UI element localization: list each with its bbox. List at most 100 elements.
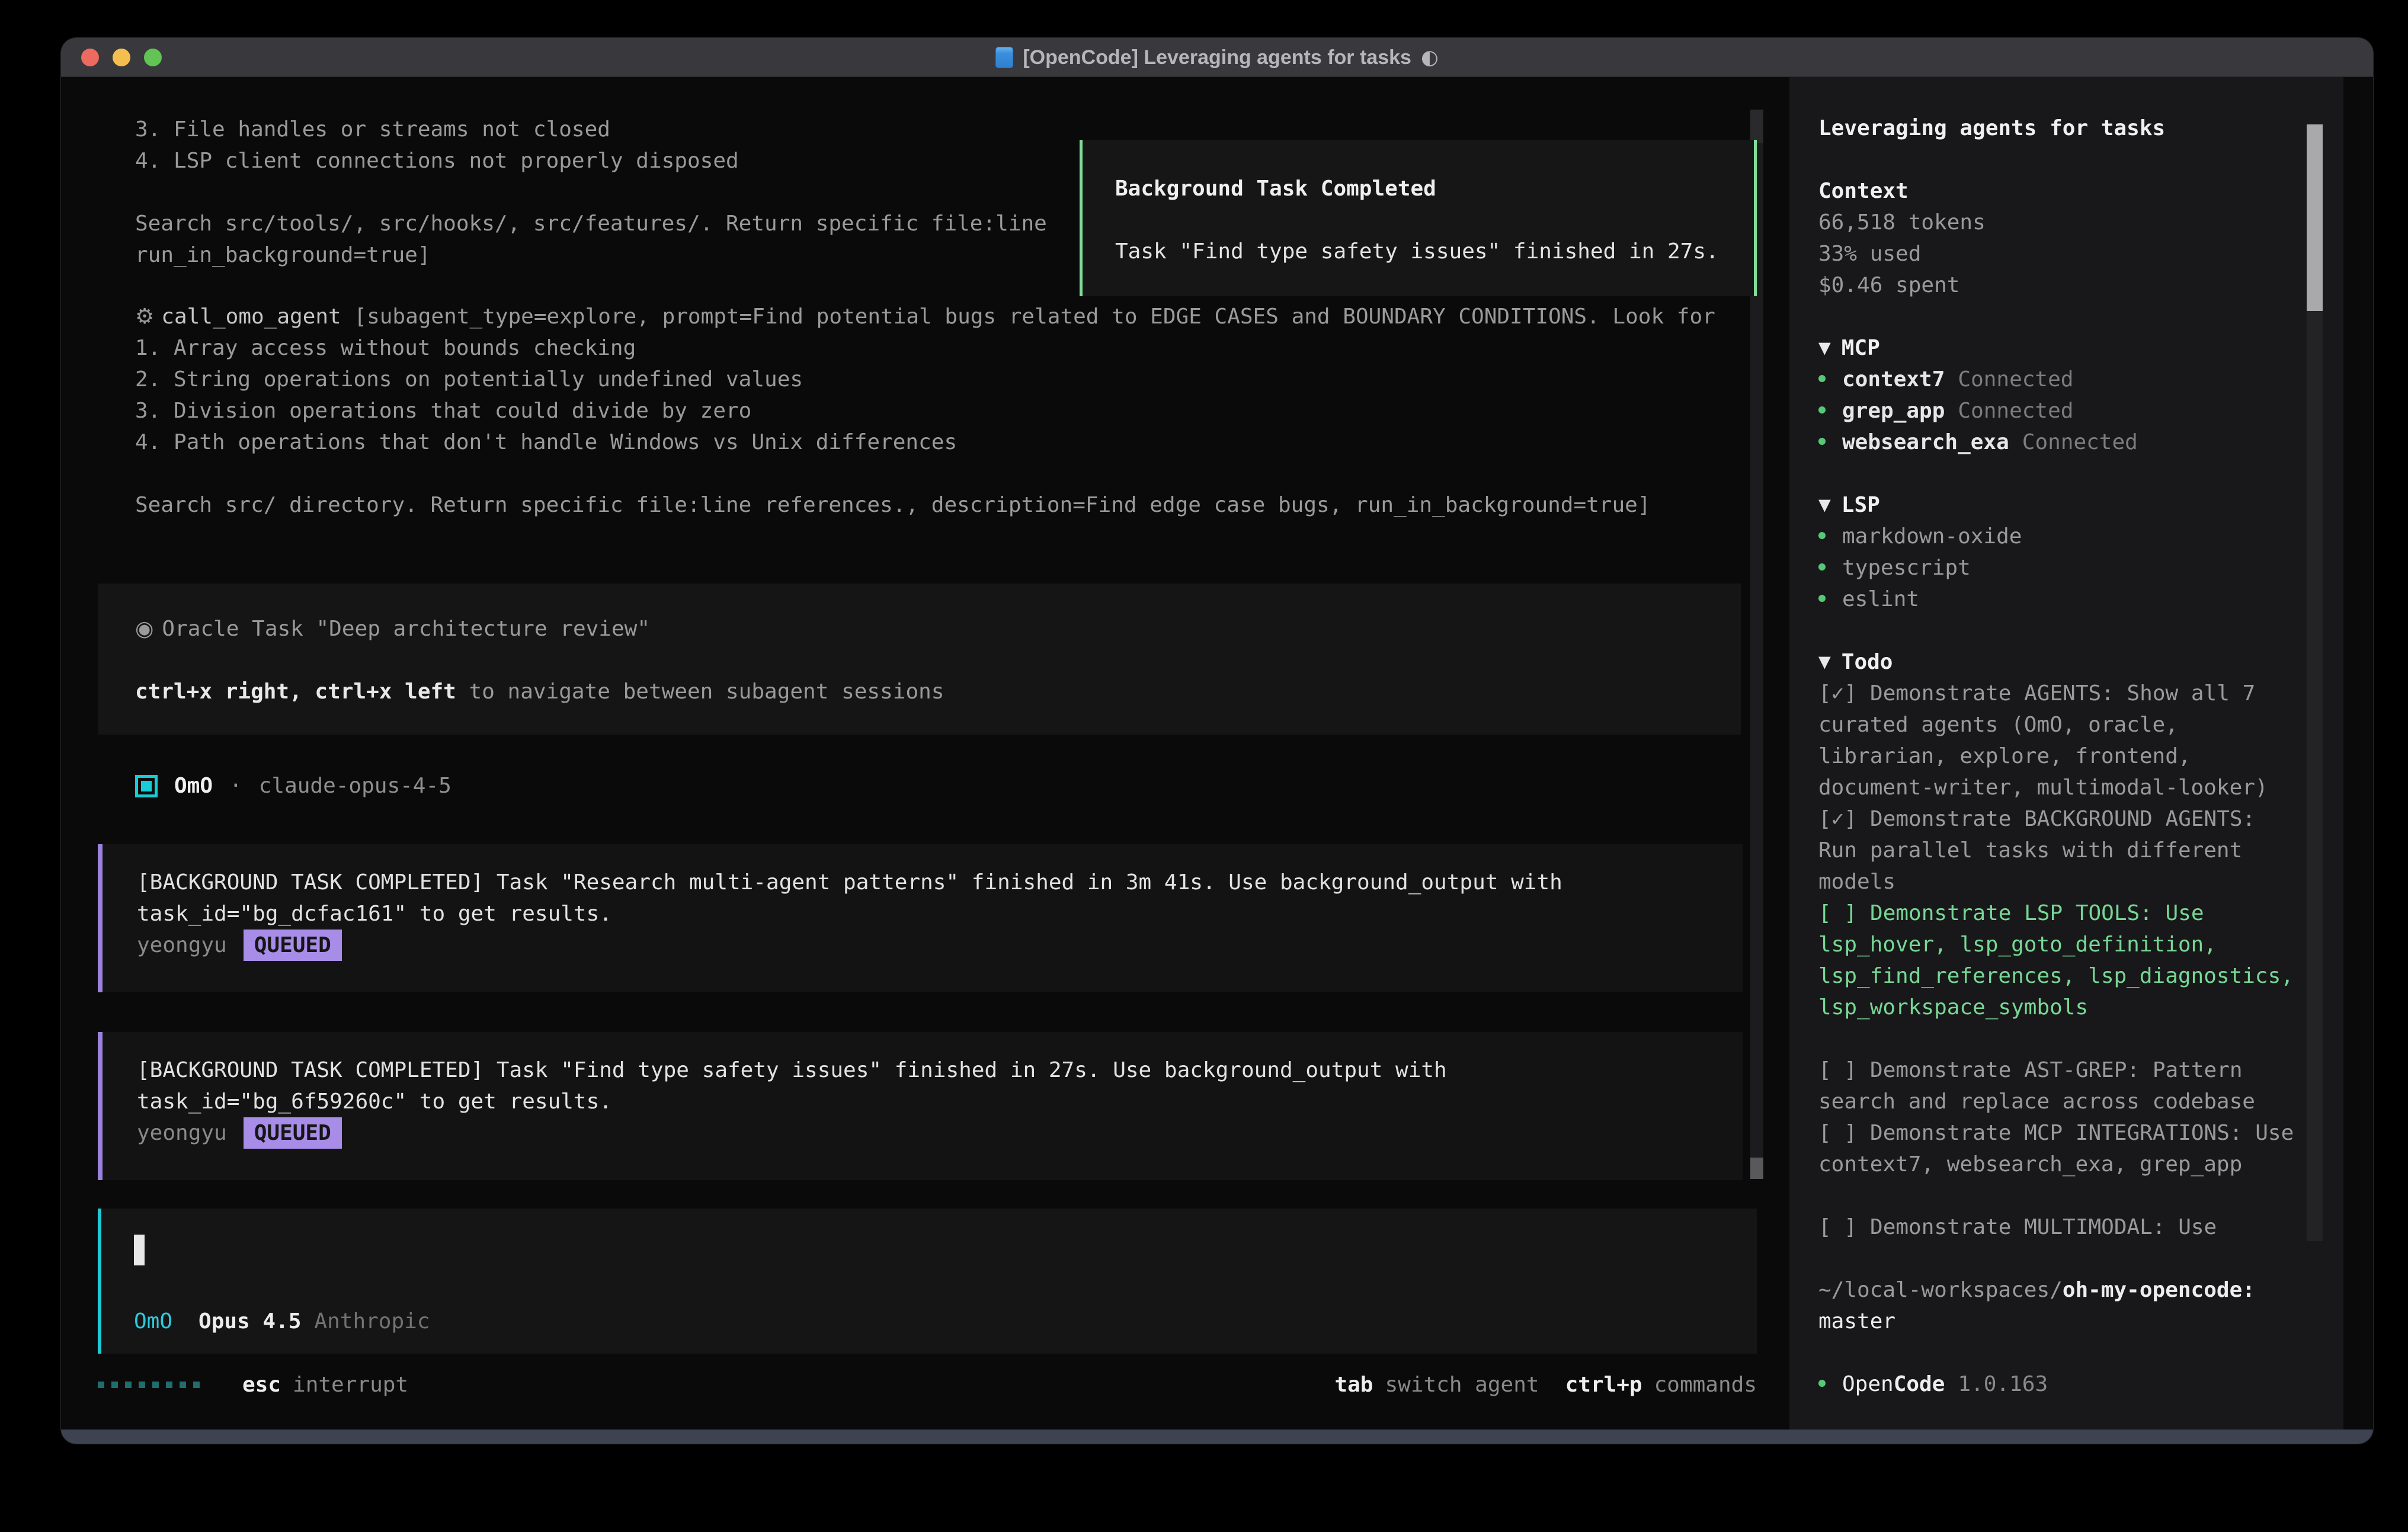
todo-item: [✓]Demonstrate BACKGROUND AGENTS: Run pa… (1818, 803, 2297, 898)
status-dot-icon (1818, 406, 1826, 414)
context-used: 33% used (1818, 238, 2297, 270)
window-bottom-strip (61, 1430, 2373, 1444)
background-task-toast: Background Task Completed Task "Find typ… (1080, 140, 1757, 296)
agent-name: OmO (174, 770, 213, 802)
chevron-down-icon[interactable]: ▼ (1818, 646, 1831, 678)
conversation-scrollbar-thumb[interactable] (1750, 1158, 1763, 1179)
checkbox-empty-icon: [ ] (1818, 1215, 1857, 1239)
tool-call-line: 1. Array access without bounds checking (135, 332, 1715, 364)
app-name: Open (1842, 1372, 1894, 1396)
workspace-prefix: ~/local-workspaces/ (1818, 1278, 2063, 1302)
toast-title: Background Task Completed (1115, 173, 1754, 204)
context-spent: $0.46 spent (1818, 270, 2297, 301)
status-bar: esc interrupt tab switch agent ctrl+p co… (98, 1369, 1757, 1400)
app-version: 1.0.163 (1958, 1372, 2048, 1396)
mcp-item: websearch_exaConnected (1818, 427, 2297, 458)
task-message-line: [BACKGROUND TASK COMPLETED] Task "Find t… (137, 1055, 1743, 1086)
status-dot-icon (1818, 1380, 1826, 1387)
todo-heading[interactable]: ▼ Todo (1818, 646, 2297, 678)
text-cursor (134, 1235, 145, 1265)
lsp-heading-text: LSP (1842, 493, 1880, 517)
record-icon: ◉ (135, 617, 153, 641)
status-dot-icon (1818, 375, 1826, 382)
todo-item: [ ]Demonstrate AST-GREP: Pattern search … (1818, 1055, 2297, 1117)
lsp-heading[interactable]: ▼ LSP (1818, 489, 2297, 521)
oracle-nav-hint: ctrl+x right, ctrl+x left to navigate be… (135, 676, 1741, 707)
todo-heading-text: Todo (1842, 650, 1893, 674)
prompt-input[interactable]: OmO Opus 4.5 Anthropic (98, 1209, 1757, 1354)
input-agent-name[interactable]: OmO (134, 1306, 172, 1337)
oracle-task-panel[interactable]: ◉Oracle Task "Deep architecture review" … (98, 584, 1741, 735)
spacer-line (135, 645, 1741, 676)
window-title-text: [OpenCode] Leveraging agents for tasks (1023, 42, 1411, 73)
status-dot-icon (1818, 563, 1826, 571)
conversation-scrollbar-top[interactable] (1750, 110, 1763, 143)
todo-text: Demonstrate BACKGROUND AGENTS: Run paral… (1818, 807, 2255, 894)
opencode-window: [OpenCode] Leveraging agents for tasks ◐… (61, 38, 2373, 1444)
agent-header: OmO · claude-opus-4-5 (135, 770, 451, 802)
tool-call-block: ⚙call_omo_agent [subagent_type=explore, … (135, 301, 1715, 521)
chevron-down-icon[interactable]: ▼ (1818, 489, 1831, 521)
oracle-title-text: Oracle Task "Deep architecture review" (162, 617, 650, 641)
scrollback-line (135, 177, 1047, 208)
lsp-name: typescript (1842, 556, 1971, 580)
workspace-branch: master (1818, 1309, 1895, 1334)
task-message-line: task_id="bg_dcfac161" to get results. (137, 898, 1743, 930)
input-provider-name: Anthropic (314, 1306, 430, 1337)
status-dot-icon (1818, 438, 1826, 445)
todo-section: ▼ Todo [✓]Demonstrate AGENTS: Show all 7 … (1818, 646, 2297, 1243)
lsp-item: markdown-oxide (1818, 521, 2297, 552)
mcp-heading-text: MCP (1842, 336, 1880, 360)
context-section: Context 66,518 tokens 33% used $0.46 spe… (1818, 175, 2297, 301)
todo-item: [ ]Demonstrate MCP INTEGRATIONS: Use con… (1818, 1117, 2297, 1180)
window-titlebar[interactable]: [OpenCode] Leveraging agents for tasks ◐ (61, 38, 2373, 77)
input-model-name[interactable]: Opus 4.5 (198, 1306, 301, 1337)
tool-call-header: ⚙call_omo_agent [subagent_type=explore, … (135, 301, 1715, 332)
status-left: esc interrupt (98, 1369, 408, 1400)
gear-icon: ⚙ (135, 305, 154, 329)
context-tokens: 66,518 tokens (1818, 207, 2297, 238)
workspace-path: ~/local-workspaces/oh-my-opencode: maste… (1818, 1274, 2297, 1337)
mcp-heading[interactable]: ▼ MCP (1818, 332, 2297, 364)
sidebar: Leveraging agents for tasks Context 66,5… (1789, 77, 2343, 1432)
mcp-section: ▼MCP context7Connected grep_appConnected… (1818, 332, 2297, 458)
checkbox-checked-icon: [✓] (1818, 681, 1857, 706)
esc-key-hint: esc (242, 1369, 281, 1400)
window-title: [OpenCode] Leveraging agents for tasks ◐ (61, 38, 2373, 77)
document-icon (995, 47, 1013, 68)
status-dot-icon (1818, 532, 1826, 539)
scrollback-line: Search src/tools/, src/hooks/, src/featu… (135, 208, 1047, 239)
tab-key-label: switch agent (1385, 1369, 1539, 1400)
mcp-status: Connected (1958, 367, 2073, 392)
chevron-down-icon[interactable]: ▼ (1818, 332, 1831, 364)
sidebar-scrollbar-thumb[interactable] (2307, 124, 2323, 311)
background-task-message: [BACKGROUND TASK COMPLETED] Task "Resear… (98, 844, 1743, 992)
tool-call-line (135, 458, 1715, 489)
task-message-meta: yeongyu QUEUED (137, 1117, 1743, 1149)
scrollback-line: run_in_background=true] (135, 239, 1047, 271)
checkbox-empty-icon: [ ] (1818, 1121, 1857, 1145)
queued-badge: QUEUED (244, 1117, 342, 1149)
task-author: yeongyu (137, 933, 227, 957)
nav-keys: ctrl+x right, ctrl+x left (135, 680, 456, 704)
model-row: OmO Opus 4.5 Anthropic (134, 1306, 430, 1337)
queued-badge: QUEUED (244, 930, 342, 961)
checkbox-empty-icon: [ ] (1818, 901, 1857, 925)
task-message-line: [BACKGROUND TASK COMPLETED] Task "Resear… (137, 867, 1743, 898)
oracle-task-title: ◉ Oracle Task "Deep architecture review" (135, 613, 1741, 645)
omo-agent-icon (135, 775, 158, 797)
busy-spinner-icon: ◐ (1421, 42, 1439, 73)
mcp-status: Connected (1958, 399, 2073, 423)
tool-call-line: Search src/ directory. Return specific f… (135, 489, 1715, 521)
todo-text: Demonstrate LSP TOOLS: Use lsp_hover, ls… (1818, 901, 2294, 1020)
lsp-section: ▼ LSP markdown-oxide typescript eslint (1818, 489, 2297, 615)
tab-key-hint: tab (1334, 1369, 1373, 1400)
workspace-repo: oh-my-opencode: (2063, 1278, 2255, 1302)
lsp-name: eslint (1842, 587, 1919, 611)
tool-args: [subagent_type=explore, prompt=Find pote… (341, 305, 1715, 329)
agent-model: claude-opus-4-5 (259, 770, 451, 802)
task-message-meta: yeongyu QUEUED (137, 930, 1743, 961)
todo-item: [✓]Demonstrate AGENTS: Show all 7 curate… (1818, 678, 2297, 803)
scrollback-line: 3. File handles or streams not closed (135, 114, 1047, 145)
task-author: yeongyu (137, 1121, 227, 1145)
